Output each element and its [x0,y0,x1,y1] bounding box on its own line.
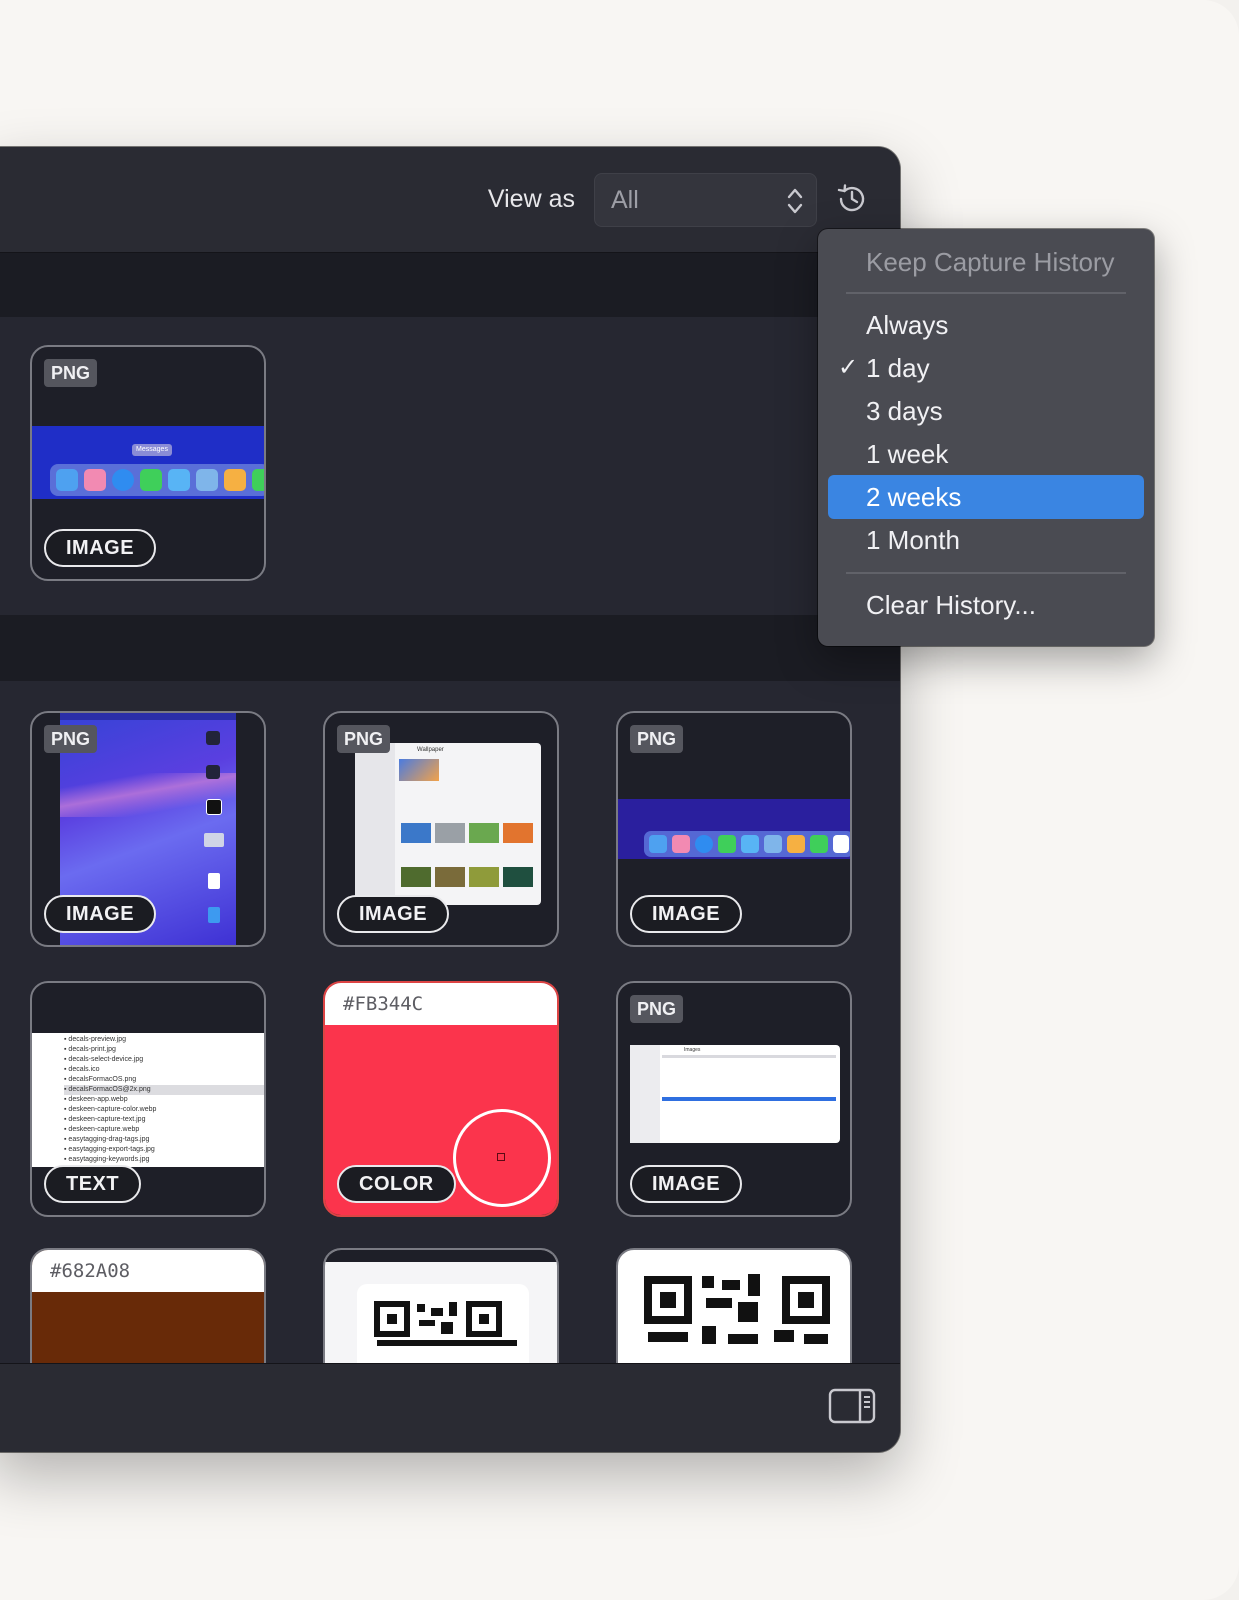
footer-bar [0,1363,900,1452]
file-list-row: ▪ decalsFormacOS.png [64,1076,137,1083]
menu-item-always[interactable]: Always [828,303,1144,347]
file-list-row: ▪ deskeen-capture-text.jpg [64,1116,146,1123]
file-list-row: ▪ deskeen-app.webp [64,1096,128,1103]
menu-item-label: Always [866,310,949,340]
settings-screenshot-thumbnail: Wallpaper [355,743,541,905]
file-list-row: ▪ easytagging-export-tags.jpg [64,1146,155,1153]
messages-tooltip: Messages [132,444,172,456]
menu-separator [846,572,1126,574]
menu-item-label: 1 Month [866,525,960,555]
view-as-value: All [611,186,639,214]
format-badge: PNG [337,725,391,753]
file-list-row: ▪ decalsFormacOS@2x.png [64,1085,264,1095]
format-badge: PNG [630,725,684,753]
dock-bar [50,464,264,496]
dock-screenshot-thumbnail [618,799,850,859]
menu-item-label: 2 weeks [866,482,962,512]
capture-card[interactable]: PNG IMAGE [616,711,852,947]
menu-item-1-week[interactable]: 1 week [828,432,1144,476]
view-as-label: View as [487,185,575,213]
hex-value: #FB344C [343,993,424,1015]
hex-value: #682A08 [50,1260,131,1282]
file-list-thumbnail: ▪ decals-preview.jpg ▪ decals-print.jpg ▪ … [32,1033,264,1167]
type-pill: TEXT [44,1165,142,1203]
color-picker-loupe [453,1109,551,1207]
menu-item-1-month[interactable]: 1 Month [828,518,1144,562]
section-header [0,615,900,681]
menu-item-3-days[interactable]: 3 days [828,389,1144,433]
toolbar: View as All [0,147,900,253]
finder-title: Images [684,1047,701,1053]
file-list-row: ▪ decals-print.jpg [64,1046,116,1053]
format-badge: PNG [630,995,684,1023]
file-list-row: ▪ deskeen-capture.webp [64,1126,140,1133]
capture-grid: Messages PNG IMAGE [0,317,900,615]
file-list-row: ▪ deskeen-capture-color.webp [64,1106,157,1113]
menu-item-1-day[interactable]: ✓ 1 day [828,346,1144,390]
type-pill: IMAGE [630,1165,743,1203]
type-pill: IMAGE [44,895,157,933]
file-list-row: ▪ decals-select-device.jpg [64,1056,144,1063]
hex-bar: #FB344C [325,983,557,1025]
menu-item-label: 1 week [866,439,949,469]
view-as-select[interactable]: All [594,173,817,227]
menu-item-2-weeks[interactable]: 2 weeks [828,475,1144,519]
menu-item-label: 3 days [866,396,943,426]
capture-card[interactable]: Wallpaper PNG IMAGE [323,711,559,947]
capture-card[interactable]: PNG IMAGE [30,711,266,947]
type-pill: IMAGE [337,895,450,933]
dock-screenshot-thumbnail: Messages [32,426,264,499]
capture-history-window: View as All Messages PNG IMAGE PNG IMAGE… [0,147,900,1452]
menu-heading: Keep Capture History [866,247,1115,277]
type-pill: COLOR [337,1165,456,1203]
keep-history-menu: Keep Capture History Always ✓ 1 day 3 da… [818,229,1154,646]
menu-separator [846,292,1126,294]
sidebar-toggle-icon[interactable] [828,1388,876,1424]
file-list-row: ▪ easytagging-keywords.jpg [64,1156,150,1163]
menu-item-label: 1 day [866,353,930,383]
wallpaper-title: Wallpaper [417,747,444,753]
file-list: ▪ decals-preview.jpg ▪ decals-print.jpg ▪ … [64,1035,264,1165]
type-pill: IMAGE [630,895,743,933]
capture-card[interactable]: ▪ decals-preview.jpg ▪ decals-print.jpg ▪ … [30,981,266,1217]
capture-card[interactable]: #FB344C COLOR [323,981,559,1217]
file-list-row: ▪ decals.ico [64,1066,100,1073]
capture-card[interactable]: Images PNG IMAGE [616,981,852,1217]
checkmark-icon: ✓ [838,354,859,381]
menu-item-label: Clear History... [866,590,1036,620]
file-list-row: ▪ easytagging-drag-tags.jpg [64,1136,150,1143]
section-header [0,253,900,317]
hex-bar: #682A08 [32,1250,264,1292]
clock-history-icon[interactable] [834,181,870,217]
finder-screenshot-thumbnail: Images [630,1045,840,1143]
clear-history-item[interactable]: Clear History... [828,583,1144,627]
format-badge: PNG [44,359,98,387]
format-badge: PNG [44,725,98,753]
capture-grid: PNG IMAGE Wallpaper PNG IMAGE PNG IMAGE … [0,681,900,1452]
file-list-row: ▪ decals-preview.jpg [64,1036,127,1043]
capture-card[interactable]: Messages PNG IMAGE [30,345,266,581]
type-pill: IMAGE [44,529,157,567]
chevron-up-down-icon [787,188,803,214]
